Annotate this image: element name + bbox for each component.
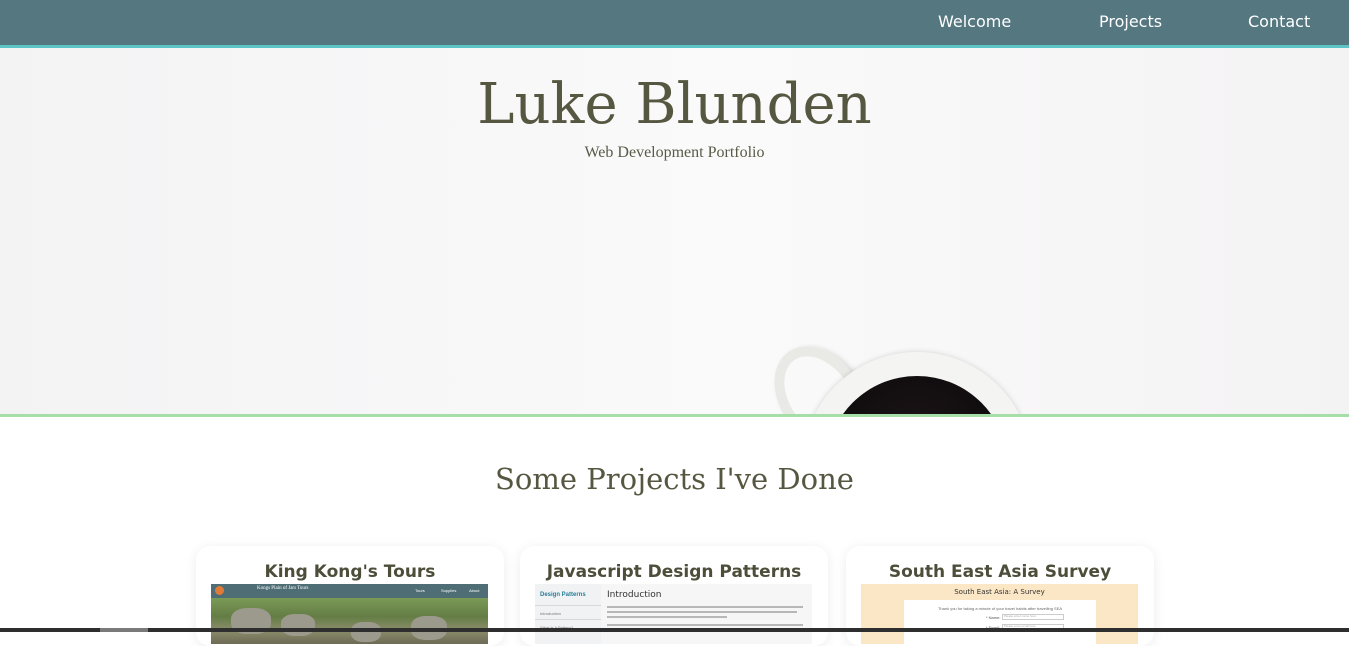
projects-heading: Some Projects I've Done xyxy=(495,462,854,496)
thumbnail-main: Introduction xyxy=(601,584,812,644)
nav-link-welcome[interactable]: Welcome xyxy=(938,12,1011,31)
thumbnail-intro-text: Thank you for taking a minute of your tr… xyxy=(937,606,1063,611)
thumbnail-form: Thank you for taking a minute of your tr… xyxy=(904,600,1096,644)
thumbnail-brand: Kongs Plain of Jars Tours xyxy=(257,586,309,591)
thumbnail-sidebar-heading: Design Patterns xyxy=(540,592,586,598)
divider xyxy=(535,619,601,620)
project-thumbnail[interactable]: Kongs Plain of Jars Tours Tours Supplies… xyxy=(211,584,488,644)
project-thumbnail[interactable]: South East Asia: A Survey Thank you for … xyxy=(861,584,1138,644)
hero-banner: Luke Blunden Web Development Portfolio xyxy=(0,48,1349,414)
thumbnail-logo-icon xyxy=(215,586,224,595)
hero-divider xyxy=(0,414,1349,417)
thumbnail-nav-link: About xyxy=(469,588,480,593)
project-card-title: King Kong's Tours xyxy=(264,562,436,582)
thumbnail-sidebar-item: Introduction xyxy=(540,611,561,616)
thumbnail-form-label: * Name: xyxy=(986,615,1001,620)
project-card-title: Javascript Design Patterns xyxy=(546,562,802,582)
hero-subtitle: Web Development Portfolio xyxy=(584,144,765,161)
thumbnail-form-input: Please enter name here xyxy=(1002,614,1064,620)
thumbnail-input-placeholder: Please enter name here xyxy=(1004,614,1037,618)
thumbnail-sidebar: Design Patterns Introduction What Is A P… xyxy=(535,584,602,644)
nav-link-projects[interactable]: Projects xyxy=(1099,12,1162,31)
thumbnail-heading: Introduction xyxy=(607,590,662,600)
thumbnail-stone-jar xyxy=(351,622,381,642)
thumbnail-text-line xyxy=(607,606,803,608)
hero-title: Luke Blunden xyxy=(477,72,872,137)
thumbnail-text-line xyxy=(607,611,797,613)
thumbnail-text-line xyxy=(607,616,727,618)
thumbnail-nav-link: Supplies xyxy=(441,588,457,593)
divider xyxy=(535,605,601,606)
horizontal-scrollbar-track[interactable] xyxy=(0,628,1349,632)
thumbnail-nav-link: Tours xyxy=(415,588,425,593)
top-navbar: Welcome Projects Contact xyxy=(0,0,1349,48)
project-thumbnail[interactable]: Design Patterns Introduction What Is A P… xyxy=(535,584,812,644)
nav-link-contact[interactable]: Contact xyxy=(1248,12,1310,31)
thumbnail-stone-jar xyxy=(281,614,315,636)
horizontal-scrollbar-thumb[interactable] xyxy=(100,628,148,632)
project-card-title: South East Asia Survey xyxy=(888,562,1112,582)
thumbnail-text-line xyxy=(607,624,803,626)
thumbnail-heading: South East Asia: A Survey xyxy=(954,588,1045,596)
